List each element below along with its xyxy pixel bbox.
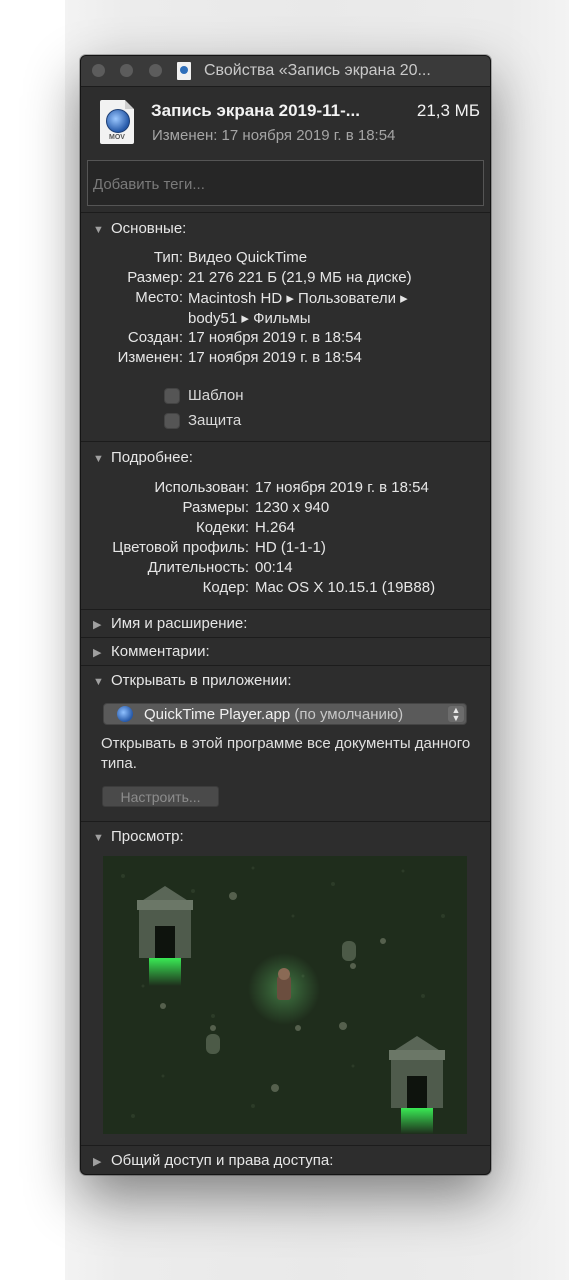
file-size: 21,3 МБ [416,101,480,120]
disclosure-closed-icon[interactable]: ▶ [93,618,105,631]
more-encoder-value: Mac OS X 10.15.1 (19B88) [255,579,436,596]
minimize-button[interactable] [120,64,133,77]
disclosure-closed-icon[interactable]: ▶ [93,646,105,659]
more-last-opened-key: Использован: [154,479,249,496]
video-preview[interactable] [103,856,467,1134]
change-all-button[interactable]: Настроить... [102,786,219,807]
general-modified-key: Изменен: [117,349,183,366]
more-dimensions-key: Размеры: [182,499,249,516]
document-proxy-icon[interactable] [177,62,191,80]
divider [81,665,490,666]
divider [81,637,490,638]
title-bar[interactable]: Свойства «Запись экрана 20... [81,56,490,87]
section-open-with-label: Открывать в приложении: [111,672,292,689]
section-preview-toggle[interactable]: ▼ Просмотр: [93,828,184,845]
file-modified: Изменен: 17 ноября 2019 г. в 18:54 [152,127,396,144]
general-size-key: Размер: [127,269,183,286]
section-open-with-toggle[interactable]: ▼ Открывать в приложении: [93,672,292,689]
more-duration-value: 00:14 [255,559,293,576]
section-sharing-toggle[interactable]: ▶ Общий доступ и права доступа: [93,1152,333,1169]
file-icon-label: MOV [109,134,125,141]
open-with-app-name: QuickTime Player.app [144,706,291,723]
open-with-description: Открывать в этой программе все документы… [101,735,471,772]
section-sharing-label: Общий доступ и права доступа: [111,1152,334,1169]
more-last-opened-value: 17 ноября 2019 г. в 18:54 [255,479,429,496]
general-created-key: Создан: [127,329,183,346]
section-comments-toggle[interactable]: ▶ Комментарии: [93,643,210,660]
general-modified-value: 17 ноября 2019 г. в 18:54 [188,349,362,366]
divider [81,609,490,610]
divider [81,441,490,442]
disclosure-open-icon[interactable]: ▼ [93,832,105,844]
divider [81,212,490,213]
more-codecs-key: Кодеки: [196,519,249,536]
general-type-value: Видео QuickTime [188,249,308,266]
zoom-button[interactable] [149,64,162,77]
general-where-value: Macintosh HD ▸ Пользователи ▸ [188,290,408,307]
general-type-key: Тип: [153,249,183,266]
stationery-checkbox[interactable] [164,388,180,404]
get-info-window: Свойства «Запись экрана 20... MOV Запись… [80,55,491,1175]
locked-label: Защита [188,412,242,429]
more-color-profile-value: HD (1-1-1) [255,539,326,556]
disclosure-open-icon[interactable]: ▼ [93,453,105,465]
stationery-label: Шаблон [188,387,244,404]
section-comments-label: Комментарии: [111,643,210,660]
disclosure-open-icon[interactable]: ▼ [93,224,105,236]
general-size-value: 21 276 221 Б (21,9 МБ на диске) [188,269,412,286]
more-color-profile-key: Цветовой профиль: [112,539,249,556]
locked-checkbox[interactable] [164,413,180,429]
quicktime-movie-icon: MOV [100,100,134,144]
section-name-extension-toggle[interactable]: ▶ Имя и расширение: [93,615,247,632]
window-title: Свойства «Запись экрана 20... [204,62,431,79]
more-dimensions-value: 1230 x 940 [255,499,330,516]
preview-frame-image [103,856,467,1134]
quicktime-app-icon [117,706,133,722]
general-created-value: 17 ноября 2019 г. в 18:54 [188,329,362,346]
disclosure-open-icon[interactable]: ▼ [93,676,105,688]
open-with-app-default: (по умолчанию) [294,706,404,723]
disclosure-closed-icon[interactable]: ▶ [93,1155,105,1168]
close-button[interactable] [92,64,105,77]
file-name: Запись экрана 2019-11-... [151,101,360,120]
more-encoder-key: Кодер: [202,579,249,596]
open-with-app-select[interactable]: QuickTime Player.app (по умолчанию) ▲ ▼ [103,703,467,725]
more-codecs-value: H.264 [255,519,296,536]
section-preview-label: Просмотр: [111,828,184,845]
more-duration-key: Длительность: [147,559,249,576]
general-where-key: Место: [135,289,183,306]
section-name-extension-label: Имя и расширение: [111,615,248,632]
section-general-toggle[interactable]: ▼ Основные: [93,220,186,237]
divider [81,1145,490,1146]
tags-field[interactable] [87,160,484,206]
general-where-value-line2: body51 ▸ Фильмы [188,310,311,327]
file-header: MOV Запись экрана 2019-11-... 21,3 МБ Из… [81,87,490,152]
divider [81,821,490,822]
section-more-info-toggle[interactable]: ▼ Подробнее: [93,449,193,466]
popup-arrows-icon: ▲ ▼ [448,706,464,723]
tags-input[interactable] [88,161,483,205]
section-more-info-label: Подробнее: [111,449,193,466]
section-general-label: Основные: [111,220,187,237]
